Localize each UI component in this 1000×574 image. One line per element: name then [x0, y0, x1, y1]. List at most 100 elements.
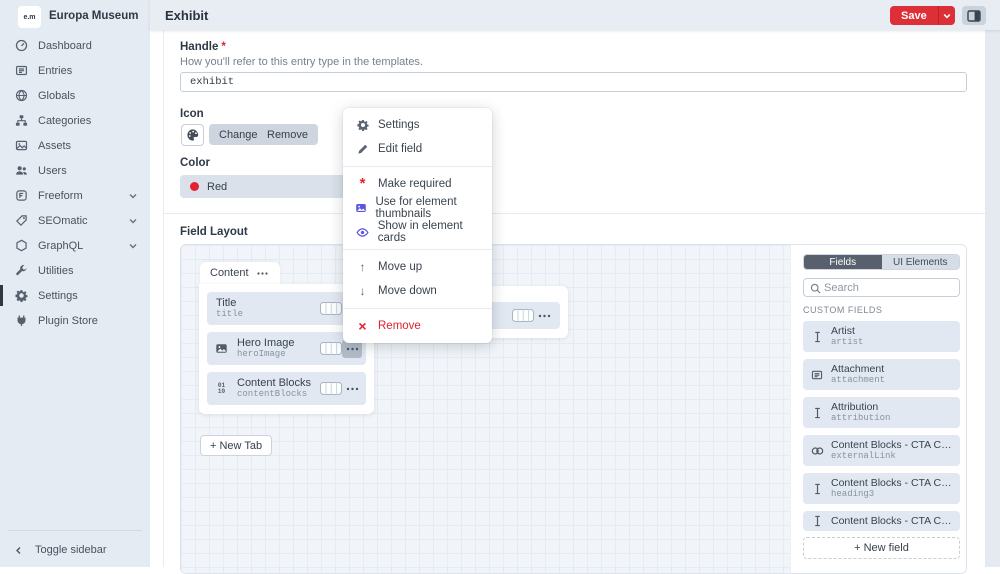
new-tab-button[interactable]: + New Tab: [200, 435, 272, 456]
sidebar-item-freeform[interactable]: Freeform: [0, 183, 150, 208]
brand[interactable]: e.m Europa Museum: [0, 0, 150, 32]
menu-divider: [343, 166, 492, 167]
sidebar-divider: [8, 530, 142, 531]
arrow-down-icon: ↓: [355, 284, 370, 298]
image-icon: [355, 202, 367, 214]
toggle-sidebar-button[interactable]: Toggle sidebar: [0, 537, 150, 563]
tab-fields[interactable]: Fields: [804, 255, 882, 269]
search-input[interactable]: [824, 280, 954, 295]
library-field-attachment[interactable]: Attachmentattachment: [803, 359, 960, 390]
field-row-content-blocks[interactable]: 0110 Content Blocks contentBlocks: [207, 372, 366, 405]
menu-divider: [343, 308, 492, 309]
icon-thumbnail-button[interactable]: [181, 124, 204, 146]
handle-field-instructions: How you'll refer to this entry type in t…: [180, 56, 423, 68]
field-layout-designer: Content Title title Hero Image heroImage: [180, 244, 967, 574]
sidebar-layout-icon: [967, 10, 981, 22]
save-menu-button[interactable]: [938, 6, 955, 25]
header-bar: Exhibit Save: [150, 0, 1000, 30]
graphql-icon: [14, 239, 28, 253]
icon-remove-button[interactable]: Remove: [257, 124, 318, 145]
handle-input[interactable]: [180, 72, 967, 92]
right-gutter: [985, 30, 1000, 567]
color-field-label: Color: [180, 157, 210, 169]
library-field-artist[interactable]: Artistartist: [803, 321, 960, 352]
seomatic-icon: [14, 214, 28, 228]
library-field-clipped[interactable]: Content Blocks - CTA Captio…: [803, 511, 960, 531]
field-library-panel: Fields UI Elements CUSTOM FIELDS Artista…: [790, 245, 967, 574]
menu-item-make-required[interactable]: * Make required: [343, 172, 492, 196]
library-field-attribution[interactable]: Attributionattribution: [803, 397, 960, 428]
chevron-down-icon: [129, 192, 137, 200]
sidebar: e.m Europa Museum Dashboard Entries Glob…: [0, 0, 150, 567]
text-cursor-icon: [810, 515, 824, 527]
sidebar-item-graphql[interactable]: GraphQL: [0, 233, 150, 258]
new-field-button[interactable]: + New field: [803, 537, 960, 559]
details-pane-toggle-button[interactable]: [962, 6, 986, 25]
gear-icon: [355, 119, 370, 131]
save-button[interactable]: Save: [890, 6, 938, 25]
sidebar-item-utilities[interactable]: Utilities: [0, 258, 150, 283]
sidebar-item-plugin-store[interactable]: Plugin Store: [0, 308, 150, 333]
tab-options-button[interactable]: [256, 267, 270, 279]
brand-name: Europa Museum: [49, 0, 138, 32]
brand-logo-icon: e.m: [18, 6, 41, 28]
freeform-icon: [14, 189, 28, 203]
globe-icon: [14, 89, 28, 103]
custom-fields-group-label: CUSTOM FIELDS: [803, 305, 882, 315]
tab-ui-elements[interactable]: UI Elements: [882, 255, 960, 269]
asterisk-icon: *: [355, 179, 370, 189]
chevron-left-icon: [14, 546, 23, 555]
menu-item-settings[interactable]: Settings: [343, 113, 492, 137]
palette-icon: [186, 128, 200, 142]
sidebar-item-seomatic[interactable]: SEOmatic: [0, 208, 150, 233]
menu-item-edit-field[interactable]: Edit field: [343, 137, 492, 161]
sitemap-icon: [14, 114, 28, 128]
menu-item-remove[interactable]: × Remove: [343, 314, 492, 338]
column-width-widget[interactable]: [320, 342, 342, 355]
eye-icon: [355, 227, 370, 238]
save-button-group: Save: [890, 6, 955, 25]
image-icon: [214, 342, 229, 355]
sidebar-item-dashboard[interactable]: Dashboard: [0, 33, 150, 58]
menu-item-use-thumbnails[interactable]: Use for element thumbnails: [343, 196, 492, 220]
gauge-icon: [14, 39, 28, 53]
column-width-widget[interactable]: [320, 302, 342, 315]
field-options-button[interactable]: [534, 307, 554, 325]
text-cursor-icon: [810, 407, 824, 419]
field-options-button[interactable]: [342, 380, 362, 398]
column-width-widget[interactable]: [320, 382, 342, 395]
text-cursor-icon: [810, 331, 824, 343]
library-field-external-link[interactable]: Content Blocks - CTA Captio…externalLink: [803, 435, 960, 466]
sidebar-item-settings[interactable]: Settings: [0, 283, 150, 308]
tab-content[interactable]: Content: [200, 262, 280, 284]
sidebar-item-users[interactable]: Users: [0, 158, 150, 183]
section-divider: [163, 213, 985, 214]
sidebar-item-categories[interactable]: Categories: [0, 108, 150, 133]
color-select-value: Red: [207, 181, 227, 193]
tab-label: Content: [210, 267, 249, 279]
newspaper-icon: [14, 64, 28, 78]
content-left-rule: [163, 30, 164, 567]
gear-icon: [14, 289, 28, 303]
newspaper-icon: [810, 369, 824, 381]
icon-field-label: Icon: [180, 108, 204, 120]
photo-icon: [14, 139, 28, 153]
menu-item-show-in-cards[interactable]: Show in element cards: [343, 220, 492, 244]
matrix-icon: 0110: [214, 383, 229, 395]
menu-item-move-up[interactable]: ↑ Move up: [343, 255, 492, 279]
library-field-heading3[interactable]: Content Blocks - CTA Captio…heading3: [803, 473, 960, 504]
menu-item-move-down[interactable]: ↓ Move down: [343, 279, 492, 303]
wrench-icon: [14, 264, 28, 278]
link-icon: [810, 446, 824, 456]
sidebar-item-entries[interactable]: Entries: [0, 58, 150, 83]
text-cursor-icon: [810, 483, 824, 495]
library-search: [803, 278, 960, 297]
sidebar-item-assets[interactable]: Assets: [0, 133, 150, 158]
field-context-menu: Settings Edit field * Make required Use …: [343, 108, 492, 343]
column-width-widget[interactable]: [512, 309, 534, 322]
menu-divider: [343, 249, 492, 250]
pencil-icon: [355, 143, 370, 155]
sidebar-item-globals[interactable]: Globals: [0, 83, 150, 108]
plug-icon: [14, 314, 28, 328]
page-title: Exhibit: [165, 0, 208, 30]
